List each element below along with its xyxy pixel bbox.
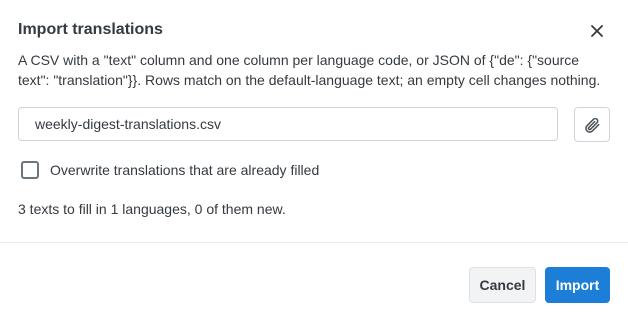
footer-divider: [0, 242, 628, 243]
overwrite-option: Overwrite translations that are already …: [21, 161, 319, 179]
overwrite-checkbox[interactable]: [21, 161, 39, 179]
close-icon: [591, 25, 603, 37]
paperclip-icon: [585, 117, 600, 133]
overwrite-label[interactable]: Overwrite translations that are already …: [50, 161, 319, 179]
cancel-button[interactable]: Cancel: [469, 267, 536, 303]
close-button[interactable]: [586, 20, 608, 42]
import-translations-dialog: Import translations A CSV with a "text" …: [0, 0, 628, 321]
dialog-title: Import translations: [18, 21, 163, 38]
import-summary: 3 texts to fill in 1 languages, 0 of the…: [18, 201, 286, 217]
import-button[interactable]: Import: [545, 267, 610, 303]
attach-file-button[interactable]: [574, 107, 610, 142]
file-name-field[interactable]: weekly-digest-translations.csv: [18, 107, 558, 141]
dialog-description: A CSV with a "text" column and one colum…: [18, 52, 601, 88]
